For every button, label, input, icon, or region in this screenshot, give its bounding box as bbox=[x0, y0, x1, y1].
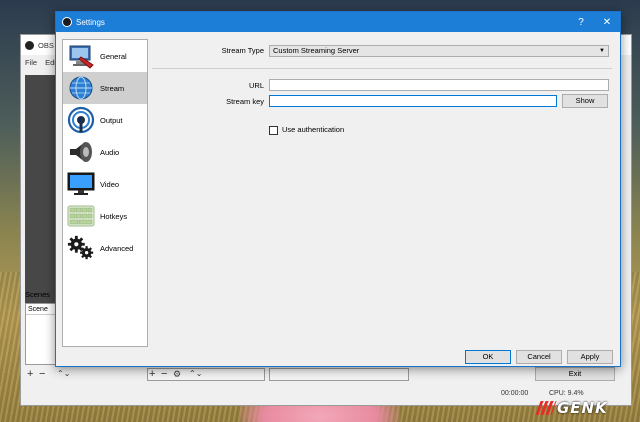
sidebar-item-advanced[interactable]: Advanced bbox=[63, 232, 147, 264]
dialog-titlebar[interactable]: Settings ? ✕ bbox=[56, 12, 620, 32]
stream-key-input[interactable] bbox=[269, 95, 557, 107]
add-scene-icon[interactable]: + bbox=[27, 368, 33, 380]
sidebar-item-video[interactable]: Video bbox=[63, 168, 147, 200]
source-up-down-icon[interactable]: ⌃⌄ bbox=[189, 368, 202, 380]
apply-button[interactable]: Apply bbox=[567, 350, 613, 364]
use-authentication-label: Use authentication bbox=[282, 125, 345, 134]
url-input[interactable] bbox=[269, 79, 609, 91]
stream-globe-icon bbox=[67, 74, 95, 102]
watermark: GENK bbox=[535, 398, 634, 418]
obs-logo-icon bbox=[25, 40, 34, 50]
ok-button[interactable]: OK bbox=[465, 350, 511, 364]
dialog-title: Settings bbox=[76, 17, 105, 27]
add-source-icon[interactable]: + bbox=[149, 368, 155, 380]
close-button[interactable]: ✕ bbox=[594, 17, 620, 28]
sidebar-item-output[interactable]: Output bbox=[63, 104, 147, 136]
help-button[interactable]: ? bbox=[568, 17, 594, 28]
gears-icon bbox=[67, 234, 95, 262]
watermark-logo-icon bbox=[535, 401, 557, 415]
sidebar-label-audio: Audio bbox=[100, 147, 120, 157]
settings-sidebar: General Stream Output Audio Video Hotkey… bbox=[62, 39, 148, 347]
speaker-icon bbox=[67, 138, 95, 166]
menu-file[interactable]: File bbox=[25, 58, 37, 67]
stream-type-value: Custom Streaming Server bbox=[273, 46, 360, 55]
sidebar-label-stream: Stream bbox=[100, 83, 125, 93]
url-label: URL bbox=[248, 81, 264, 90]
scene-up-down-icon[interactable]: ⌃⌄ bbox=[57, 368, 70, 380]
scenes-label: Scenes bbox=[25, 290, 51, 299]
sidebar-label-general: General bbox=[100, 51, 127, 61]
cancel-button[interactable]: Cancel bbox=[516, 350, 562, 364]
sidebar-item-audio[interactable]: Audio bbox=[63, 136, 147, 168]
sidebar-label-advanced: Advanced bbox=[100, 243, 134, 253]
source-gear-icon[interactable]: ⚙ bbox=[173, 368, 181, 380]
sidebar-label-hotkeys: Hotkeys bbox=[100, 211, 128, 221]
monitor-icon bbox=[67, 170, 95, 198]
show-key-button[interactable]: Show bbox=[562, 94, 608, 108]
stream-key-label: Stream key bbox=[226, 97, 264, 106]
separator bbox=[152, 68, 612, 69]
sidebar-item-general[interactable]: General bbox=[63, 40, 147, 72]
use-authentication-checkbox[interactable] bbox=[269, 126, 278, 135]
sidebar-item-stream[interactable]: Stream bbox=[63, 72, 147, 104]
stream-settings-panel: Stream Type Custom Streaming Server ▼ UR… bbox=[152, 39, 614, 339]
exit-button[interactable]: Exit bbox=[535, 367, 615, 381]
sidebar-label-video: Video bbox=[100, 179, 120, 189]
dropdown-arrow-icon: ▼ bbox=[599, 48, 605, 54]
watermark-text: GENK bbox=[557, 399, 608, 417]
obs-logo-icon bbox=[62, 17, 72, 27]
stream-type-label: Stream Type bbox=[221, 46, 264, 55]
status-cpu: CPU: 9.4% bbox=[549, 390, 584, 397]
general-icon bbox=[67, 42, 95, 70]
stream-type-dropdown[interactable]: Custom Streaming Server ▼ bbox=[269, 45, 609, 57]
output-broadcast-icon bbox=[67, 106, 95, 134]
settings-dialog: Settings ? ✕ General Stream Output Audio… bbox=[55, 11, 621, 367]
remove-scene-icon[interactable]: − bbox=[39, 368, 45, 380]
sidebar-item-hotkeys[interactable]: Hotkeys bbox=[63, 200, 147, 232]
status-time: 00:00:00 bbox=[501, 390, 529, 397]
sidebar-label-output: Output bbox=[100, 115, 123, 125]
keyboard-icon bbox=[67, 202, 95, 230]
remove-source-icon[interactable]: − bbox=[161, 368, 167, 380]
mixer-dropdown[interactable] bbox=[269, 368, 409, 381]
